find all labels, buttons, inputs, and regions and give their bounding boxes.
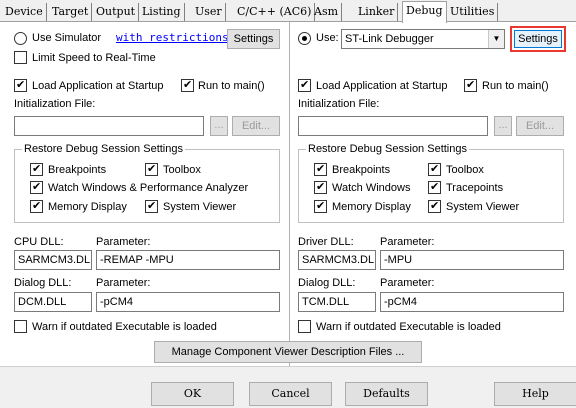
right-restore-watch-label: Watch Windows (332, 182, 411, 194)
use-debugger-radio[interactable] (298, 32, 311, 45)
cancel-button[interactable]: Cancel (249, 382, 332, 406)
driver-param-input[interactable]: -MPU (380, 250, 564, 270)
init-file-edit-button[interactable]: Edit... (232, 116, 280, 136)
help-button[interactable]: Help (494, 382, 576, 406)
tab-output[interactable]: Output (93, 3, 140, 21)
cpu-dll-label: CPU DLL: (14, 236, 64, 248)
restore-toolbox-label: Toolbox (163, 164, 201, 176)
right-restore-sysviewer-label: System Viewer (446, 201, 520, 213)
right-load-app-checkbox[interactable] (298, 78, 311, 92)
restore-toolbox-checkbox[interactable] (145, 162, 158, 176)
right-run-main-checkbox[interactable] (464, 78, 477, 92)
right-restore-toolbox-checkbox[interactable] (428, 162, 441, 176)
tab-device[interactable]: Device (2, 3, 47, 21)
init-file-input[interactable] (14, 116, 204, 136)
right-warn-outdated-checkbox[interactable] (298, 320, 311, 333)
ok-button[interactable]: OK (151, 382, 234, 406)
tab-listing[interactable]: Listing (139, 3, 185, 21)
init-file-browse-button[interactable]: ... (210, 116, 228, 136)
debugger-select-value: ST-Link Debugger (345, 33, 434, 45)
use-simulator-radio[interactable] (14, 32, 27, 45)
warn-outdated-label: Warn if outdated Executable is loaded (32, 321, 217, 333)
limit-speed-checkbox[interactable] (14, 51, 27, 64)
chevron-down-icon: ▼ (488, 30, 504, 48)
restore-watch-label: Watch Windows & Performance Analyzer (48, 182, 249, 194)
tab-debug[interactable]: Debug (402, 1, 447, 23)
right-dialog-dll-input[interactable]: TCM.DLL (298, 292, 376, 312)
right-restore-toolbox-label: Toolbox (446, 164, 484, 176)
run-main-checkbox[interactable] (181, 78, 194, 92)
limit-speed-label: Limit Speed to Real-Time (32, 52, 156, 64)
restore-watch-checkbox[interactable] (30, 180, 43, 194)
use-simulator-label: Use Simulator (32, 32, 102, 44)
tab-asm[interactable]: Asm (311, 3, 343, 21)
right-restore-breakpoints-checkbox[interactable] (314, 162, 327, 176)
use-debugger-label: Use: (316, 32, 339, 44)
right-dialog-param-input[interactable]: -pCM4 (380, 292, 564, 312)
tab-linker[interactable]: Linker (355, 3, 399, 21)
restore-sysviewer-label: System Viewer (163, 201, 237, 213)
right-restore-tracepoints-label: Tracepoints (446, 182, 504, 194)
right-init-file-label: Initialization File: (298, 98, 380, 110)
right-restore-watch-checkbox[interactable] (314, 180, 327, 194)
load-app-label: Load Application at Startup (32, 80, 164, 92)
simulator-settings-button[interactable]: Settings (227, 29, 280, 49)
tab-cpp-ac6[interactable]: C/C++ (AC6) (234, 3, 316, 21)
tab-strip: Device Target Output Listing User C/C++ … (0, 0, 576, 23)
right-init-file-browse-button[interactable]: ... (494, 116, 512, 136)
restore-sysviewer-checkbox[interactable] (145, 199, 158, 213)
cpu-param-input[interactable]: -REMAP -MPU (96, 250, 280, 270)
cpu-dll-input[interactable]: SARMCM3.DLL (14, 250, 92, 270)
dialog-param-label: Parameter: (96, 277, 151, 289)
right-run-main-label: Run to main() (482, 80, 549, 92)
right-warn-outdated-label: Warn if outdated Executable is loaded (316, 321, 501, 333)
tab-utilities[interactable]: Utilities (447, 3, 499, 21)
run-main-label: Run to main() (198, 80, 265, 92)
defaults-button[interactable]: Defaults (345, 382, 428, 406)
right-init-file-input[interactable] (298, 116, 488, 136)
dialog-param-input[interactable]: -pCM4 (96, 292, 280, 312)
restore-settings-title: Restore Debug Session Settings (22, 143, 185, 155)
right-load-app-label: Load Application at Startup (316, 80, 448, 92)
restore-memory-label: Memory Display (48, 201, 127, 213)
right-restore-tracepoints-checkbox[interactable] (428, 180, 441, 194)
panel-divider (289, 22, 290, 366)
driver-dll-input[interactable]: SARMCM3.DLL (298, 250, 376, 270)
restore-memory-checkbox[interactable] (30, 199, 43, 213)
right-dialog-dll-label: Dialog DLL: (298, 277, 356, 289)
init-file-label: Initialization File: (14, 98, 96, 110)
right-restore-settings-title: Restore Debug Session Settings (306, 143, 469, 155)
tab-target[interactable]: Target (49, 3, 93, 21)
restore-breakpoints-label: Breakpoints (48, 164, 107, 176)
tab-user[interactable]: User (192, 3, 226, 21)
dialog-dll-input[interactable]: DCM.DLL (14, 292, 92, 312)
dialog-dll-label: Dialog DLL: (14, 277, 72, 289)
cpu-param-label: Parameter: (96, 236, 151, 248)
right-restore-memory-checkbox[interactable] (314, 199, 327, 213)
load-app-checkbox[interactable] (14, 78, 27, 92)
manage-component-viewer-button[interactable]: Manage Component Viewer Description File… (154, 341, 422, 363)
restore-breakpoints-checkbox[interactable] (30, 162, 43, 176)
right-init-file-edit-button[interactable]: Edit... (516, 116, 564, 136)
warn-outdated-checkbox[interactable] (14, 320, 27, 333)
right-dialog-param-label: Parameter: (380, 277, 435, 289)
debugger-select[interactable]: ST-Link Debugger ▼ (341, 29, 505, 49)
with-restrictions-link[interactable]: with restrictions (116, 31, 229, 44)
right-restore-memory-label: Memory Display (332, 201, 411, 213)
right-restore-breakpoints-label: Breakpoints (332, 164, 391, 176)
driver-param-label: Parameter: (380, 236, 435, 248)
debugger-settings-button[interactable]: Settings (514, 30, 562, 48)
driver-dll-label: Driver DLL: (298, 236, 354, 248)
right-restore-sysviewer-checkbox[interactable] (428, 199, 441, 213)
